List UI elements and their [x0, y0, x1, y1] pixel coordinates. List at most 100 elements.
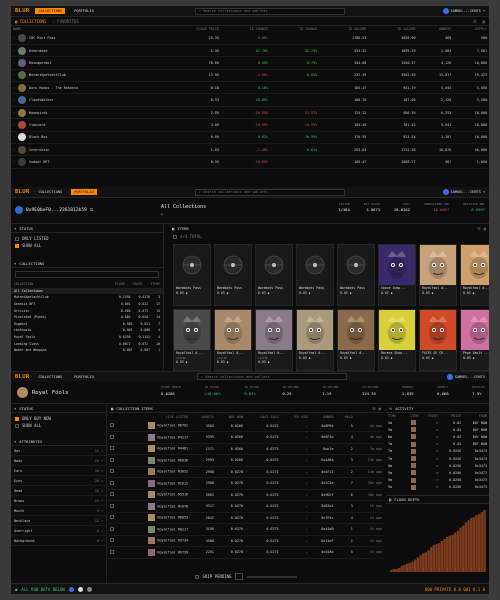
- nav-collections[interactable]: COLLECTIONS: [35, 189, 65, 195]
- search-input[interactable]: ⌕ Search collections and wallets: [194, 7, 345, 15]
- select-checkbox[interactable]: [110, 434, 114, 439]
- collection-list-item[interactable]: Genesis NFT 0.001 0.012 12: [11, 301, 163, 308]
- item-row[interactable]: Royalfool #2612 2968 0.0270 0.0275 - 0x2C4b 7 2…: [108, 478, 384, 489]
- attribute-filter[interactable]: Brows 21 ▾: [11, 496, 106, 506]
- item-row[interactable]: Royalfool #4217 5395 0.0266 0.0275 - 0x6F3a 4 4…: [108, 432, 384, 443]
- tab-collections[interactable]: ▦ COLLECTIONS: [15, 19, 46, 24]
- item-row[interactable]: Royalfool #3052 2908 0.0270 0.0275 - 0x4F11 2 1…: [108, 466, 384, 478]
- grid-view-icon[interactable]: ▦: [484, 226, 486, 231]
- star-icon[interactable]: ☆: [13, 49, 15, 53]
- docs-icon[interactable]: [86, 586, 92, 592]
- collection-row[interactable]: ☆ Yiancord 3.09 -24.99% -15.55% 103.45 701.42 5…: [11, 119, 489, 132]
- nft-card[interactable]: Rareos Shop... 0.03 ◆: [378, 309, 416, 371]
- star-icon[interactable]: ☆: [13, 73, 15, 77]
- item-row[interactable]: Royalfool #1078 4317 0.0270 0.0275 - 0xB3a1 3 1…: [108, 501, 384, 512]
- nav-collections[interactable]: COLLECTIONS: [35, 8, 66, 14]
- sweep-icon[interactable]: [235, 573, 244, 580]
- activity-row[interactable]: 7m ⇄ 0.0256 0x3473: [386, 448, 489, 455]
- wallet-button[interactable]: SAMUEL...CENTS ▾: [442, 8, 485, 14]
- nft-card[interactable]: Royalfool #... 0.03 ◆: [296, 309, 334, 371]
- list-view-icon[interactable]: ☰: [372, 406, 375, 411]
- nft-card[interactable]: Royalfool #... 0.03 ◆: [337, 309, 375, 371]
- nft-card[interactable]: Royalfool #... LISTED 0.03 ◆: [255, 309, 293, 371]
- wallet-button[interactable]: SAMUEL...CENTS: [446, 373, 485, 380]
- attribute-filter[interactable]: Body 23 ▾: [11, 456, 106, 466]
- activity-row[interactable]: 9m ⇄ 0.0256 0x3473: [386, 477, 489, 484]
- col-header[interactable]: RARITY: [190, 413, 216, 420]
- nav-collections[interactable]: COLLECTIONS: [35, 374, 65, 380]
- star-icon[interactable]: ☆: [13, 123, 15, 127]
- nft-card[interactable]: Royalfool #... 0.03 ◆: [419, 244, 457, 306]
- select-checkbox[interactable]: [110, 503, 114, 508]
- nft-card[interactable]: Warmbots Pass 0.03 ◆: [255, 244, 293, 306]
- collection-row[interactable]: ☆ MutantApeYachtClub 13.95 -1.56% 0.02% 232.5…: [11, 69, 489, 82]
- brand-logo[interactable]: BLUR: [15, 189, 29, 195]
- collection-row[interactable]: ☆ Roseaperbot 70.00 0.00% 0.70% 344.68 1540.37…: [11, 57, 489, 70]
- item-row[interactable]: Royalfool #4481 1571 0.0266 0.0275 - Bun1e 2 7m…: [108, 443, 384, 455]
- attributes-panel-header[interactable]: ▾ ATTRIBUTES: [11, 437, 106, 446]
- grid-view-icon[interactable]: ▦: [379, 406, 381, 411]
- collection-row[interactable]: ☆ Sudoer NFT 0.35 -10.00% 105.47 1068.77 367 1,…: [11, 156, 489, 169]
- collection-row[interactable]: ☆ CBC Mint Pass 25.35 0.00% 1786.53 3050.90 36…: [11, 32, 489, 45]
- nft-card[interactable]: Royalfool #... 0.03 ◆: [460, 244, 489, 306]
- activity-row[interactable]: 5m ⇄ 0.02 BUY NOW: [386, 426, 489, 433]
- sweep-slider[interactable]: [247, 575, 298, 578]
- attribute-filter[interactable]: Necklace 12 ▾: [11, 516, 106, 526]
- status-panel-header[interactable]: ▾ STATUS: [11, 404, 106, 413]
- collection-row[interactable]: ☆ Doro Hodos - The Rekonto 0.18 0.16% 105.47…: [11, 82, 489, 94]
- nft-card[interactable]: Warmbots Pass 0.03 ◆: [337, 244, 375, 306]
- grid-view-icon[interactable]: ▦: [483, 19, 485, 24]
- status-option[interactable]: SHOW ALL: [15, 422, 102, 429]
- activity-row[interactable]: 6m ⇄ 0.02 BUY NOW: [386, 433, 489, 440]
- nft-card[interactable]: Warmbots Pass 0.03 ◆: [296, 244, 334, 306]
- star-icon[interactable]: ☆: [13, 86, 15, 90]
- select-checkbox[interactable]: [110, 538, 114, 543]
- col-header[interactable]: OWNER: [310, 413, 336, 420]
- star-icon[interactable]: ☆: [13, 148, 15, 152]
- status-panel-header[interactable]: ▾ STATUS: [11, 224, 163, 233]
- item-row[interactable]: Royalfool #8853 2642 0.0270 0.0275 - 0x7E5c 4 1…: [108, 512, 384, 524]
- activity-row[interactable]: 8m ⇄ 0.0256 0x3473: [386, 462, 489, 469]
- collection-list-item[interactable]: Pixelated (Punks) 0.002 0.028 14: [11, 314, 163, 321]
- skip-pending-toggle[interactable]: [194, 574, 199, 579]
- activity-row[interactable]: 9m ⇄ 0.0256 0x3473: [386, 469, 489, 476]
- collection-list-item[interactable]: Royal Fools 0.0256 0.1152 4: [11, 334, 163, 341]
- col-header[interactable]: BUY NOW: [216, 413, 245, 420]
- activity-row[interactable]: 5m ⇄ 0.02 BUY NOW: [386, 419, 489, 426]
- nft-card[interactable]: Pepe Vault ... 0.03 ◆: [460, 309, 489, 371]
- star-icon[interactable]: ☆: [13, 111, 15, 115]
- search-input[interactable]: ⌕ Search collections and wallets: [196, 373, 347, 380]
- list-view-icon[interactable]: ☰: [473, 19, 477, 24]
- item-row[interactable]: Royalfool #6739 2201 0.0270 0.0275 - 0x55Ab 5 3…: [108, 547, 384, 558]
- copy-icon[interactable]: ⧉: [90, 207, 93, 213]
- nav-portfolio[interactable]: PORTFOLIO: [71, 8, 96, 14]
- item-row[interactable]: Royalfool #6792 3562 0.0266 0.0275 - 0x0P6e 5 2…: [108, 420, 384, 432]
- nft-card[interactable]: Royalfool #... LISTED 0.03 ◆: [173, 309, 211, 371]
- collection-list-item[interactable]: Lastmusik 0.002 0.008 4: [11, 327, 163, 334]
- select-checkbox[interactable]: [110, 480, 114, 485]
- collection-row[interactable]: ☆ Black Box 0.09 0.02% 10.99% 170.55 923.54 1,1…: [11, 131, 489, 144]
- col-header[interactable]: LAST SALE: [245, 413, 281, 420]
- tab-favorites[interactable]: ☆ FAVORITES: [52, 19, 79, 24]
- nft-card[interactable]: Royalfool #... LISTED 0.03 ◆: [214, 309, 252, 371]
- star-icon[interactable]: ☆: [13, 135, 15, 139]
- collection-list-item[interactable]: MutantApeYachtClub 0.1394 0.4178 3: [11, 294, 163, 301]
- item-row[interactable]: Royalfool #6036 2993 0.0266 0.0275 - 0x4A8a 3 1…: [108, 455, 384, 466]
- wallet-button[interactable]: SAMUEL...CENTS ▾: [442, 189, 485, 195]
- star-icon[interactable]: ☆: [13, 160, 15, 164]
- star-icon[interactable]: ☆: [13, 98, 15, 102]
- items-filter[interactable]: 4/4 TOTAL: [169, 233, 489, 240]
- item-row[interactable]: Royalfool #5516 5081 0.0270 0.0275 - 0x9D2f 6 4…: [108, 489, 384, 501]
- item-row[interactable]: Royalfool #3734 4508 0.0270 0.0275 - 0x11eF 2 2…: [108, 535, 384, 547]
- search-input[interactable]: ⌕ Search collections and wallets: [194, 188, 345, 196]
- select-checkbox[interactable]: [110, 515, 114, 520]
- col-header[interactable]: [355, 413, 384, 420]
- select-checkbox[interactable]: [110, 492, 114, 497]
- brand-logo[interactable]: BLUR: [15, 374, 29, 380]
- discord-icon[interactable]: [68, 586, 74, 592]
- status-option[interactable]: ONLY BUY NOW: [15, 415, 102, 422]
- nft-card[interactable]: Warmbots Pass 0.03 ◆: [214, 244, 252, 306]
- select-checkbox[interactable]: [110, 526, 114, 531]
- item-row[interactable]: Royalfool #0217 3190 0.0270 0.0275 - 0xA1d0 1 2…: [108, 524, 384, 535]
- collection-row[interactable]: ☆ CloudsWalker 0.33 45.86% 180.70 187.00 2,120…: [11, 94, 489, 107]
